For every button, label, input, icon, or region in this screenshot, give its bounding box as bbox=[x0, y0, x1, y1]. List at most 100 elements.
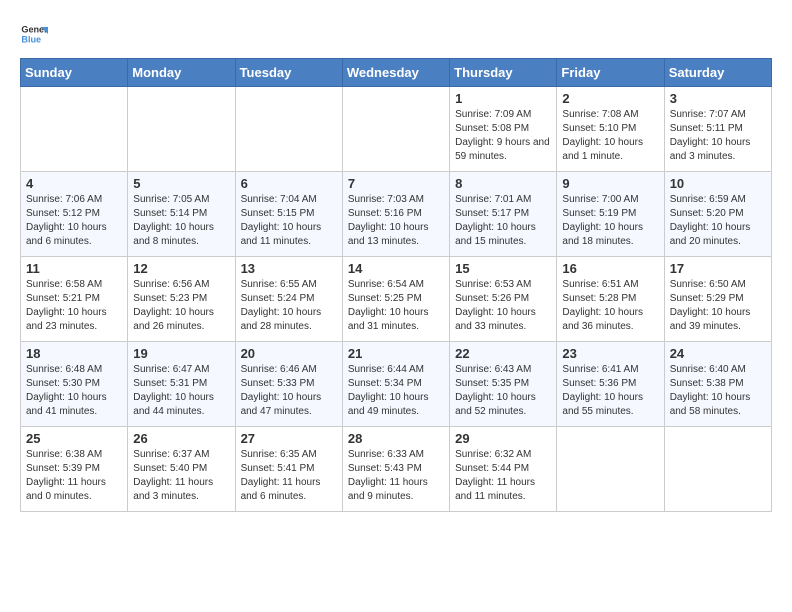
day-number: 28 bbox=[348, 431, 444, 446]
day-info: Sunrise: 6:37 AMSunset: 5:40 PMDaylight:… bbox=[133, 448, 229, 504]
calendar-cell: 20 Sunrise: 6:46 AMSunset: 5:33 PMDayligh… bbox=[235, 342, 342, 427]
day-number: 20 bbox=[241, 346, 337, 361]
calendar-cell: 24 Sunrise: 6:40 AMSunset: 5:38 PMDayligh… bbox=[664, 342, 771, 427]
day-info: Sunrise: 7:00 AMSunset: 5:19 PMDaylight:… bbox=[562, 193, 658, 249]
calendar-cell: 28Sunrise: 6:33 AMSunset: 5:43 PMDayligh… bbox=[342, 427, 449, 512]
day-number: 14 bbox=[348, 261, 444, 276]
weekday-header-saturday: Saturday bbox=[664, 59, 771, 87]
day-number: 6 bbox=[241, 176, 337, 191]
day-number: 23 bbox=[562, 346, 658, 361]
day-number: 16 bbox=[562, 261, 658, 276]
day-number: 12 bbox=[133, 261, 229, 276]
calendar-week-row: 18 Sunrise: 6:48 AMSunset: 5:30 PMDayligh… bbox=[21, 342, 772, 427]
day-info: Sunrise: 6:35 AMSunset: 5:41 PMDaylight:… bbox=[241, 448, 337, 504]
logo: General Blue bbox=[20, 20, 52, 48]
day-info: Sunrise: 6:58 AMSunset: 5:21 PMDaylight:… bbox=[26, 278, 122, 334]
calendar-cell: 12 Sunrise: 6:56 AMSunset: 5:23 PMDayligh… bbox=[128, 257, 235, 342]
day-number: 21 bbox=[348, 346, 444, 361]
day-info: Sunrise: 7:05 AMSunset: 5:14 PMDaylight:… bbox=[133, 193, 229, 249]
calendar-cell: 15 Sunrise: 6:53 AMSunset: 5:26 PMDayligh… bbox=[450, 257, 557, 342]
page-header: General Blue bbox=[20, 20, 772, 48]
logo-icon: General Blue bbox=[20, 20, 48, 48]
calendar-cell: 22Sunrise: 6:43 AMSunset: 5:35 PMDayligh… bbox=[450, 342, 557, 427]
day-info: Sunrise: 7:04 AMSunset: 5:15 PMDaylight:… bbox=[241, 193, 337, 249]
day-number: 19 bbox=[133, 346, 229, 361]
weekday-header-tuesday: Tuesday bbox=[235, 59, 342, 87]
day-info: Sunrise: 6:55 AMSunset: 5:24 PMDaylight:… bbox=[241, 278, 337, 334]
calendar-cell: 5 Sunrise: 7:05 AMSunset: 5:14 PMDaylight… bbox=[128, 172, 235, 257]
calendar-cell: 6 Sunrise: 7:04 AMSunset: 5:15 PMDaylight… bbox=[235, 172, 342, 257]
calendar-week-row: 25 Sunrise: 6:38 AMSunset: 5:39 PMDayligh… bbox=[21, 427, 772, 512]
day-number: 3 bbox=[670, 91, 766, 106]
calendar-cell: 14 Sunrise: 6:54 AMSunset: 5:25 PMDayligh… bbox=[342, 257, 449, 342]
calendar-week-row: 1 Sunrise: 7:09 AMSunset: 5:08 PMDaylight… bbox=[21, 87, 772, 172]
calendar-cell: 1 Sunrise: 7:09 AMSunset: 5:08 PMDaylight… bbox=[450, 87, 557, 172]
day-info: Sunrise: 6:32 AMSunset: 5:44 PMDaylight:… bbox=[455, 448, 551, 504]
day-number: 27 bbox=[241, 431, 337, 446]
calendar-cell: 19Sunrise: 6:47 AMSunset: 5:31 PMDayligh… bbox=[128, 342, 235, 427]
calendar-cell: 9 Sunrise: 7:00 AMSunset: 5:19 PMDaylight… bbox=[557, 172, 664, 257]
calendar-cell: 11 Sunrise: 6:58 AMSunset: 5:21 PMDayligh… bbox=[21, 257, 128, 342]
calendar-cell: 21 Sunrise: 6:44 AMSunset: 5:34 PMDayligh… bbox=[342, 342, 449, 427]
svg-text:Blue: Blue bbox=[21, 34, 41, 44]
calendar-table: SundayMondayTuesdayWednesdayThursdayFrid… bbox=[20, 58, 772, 512]
day-number: 15 bbox=[455, 261, 551, 276]
calendar-cell: 4 Sunrise: 7:06 AMSunset: 5:12 PMDaylight… bbox=[21, 172, 128, 257]
day-info: Sunrise: 7:08 AMSunset: 5:10 PMDaylight:… bbox=[562, 108, 658, 164]
calendar-cell: 2 Sunrise: 7:08 AMSunset: 5:10 PMDaylight… bbox=[557, 87, 664, 172]
calendar-cell bbox=[128, 87, 235, 172]
day-number: 24 bbox=[670, 346, 766, 361]
calendar-cell: 25 Sunrise: 6:38 AMSunset: 5:39 PMDayligh… bbox=[21, 427, 128, 512]
day-number: 9 bbox=[562, 176, 658, 191]
day-info: Sunrise: 6:54 AMSunset: 5:25 PMDaylight:… bbox=[348, 278, 444, 334]
calendar-cell: 29 Sunrise: 6:32 AMSunset: 5:44 PMDayligh… bbox=[450, 427, 557, 512]
day-number: 26 bbox=[133, 431, 229, 446]
day-info: Sunrise: 6:40 AMSunset: 5:38 PMDaylight:… bbox=[670, 363, 766, 419]
calendar-cell: 17Sunrise: 6:50 AMSunset: 5:29 PMDayligh… bbox=[664, 257, 771, 342]
calendar-cell: 27 Sunrise: 6:35 AMSunset: 5:41 PMDayligh… bbox=[235, 427, 342, 512]
day-number: 25 bbox=[26, 431, 122, 446]
day-number: 4 bbox=[26, 176, 122, 191]
day-number: 29 bbox=[455, 431, 551, 446]
day-info: Sunrise: 7:03 AMSunset: 5:16 PMDaylight:… bbox=[348, 193, 444, 249]
day-number: 22 bbox=[455, 346, 551, 361]
day-number: 18 bbox=[26, 346, 122, 361]
calendar-cell: 8Sunrise: 7:01 AMSunset: 5:17 PMDaylight… bbox=[450, 172, 557, 257]
day-number: 11 bbox=[26, 261, 122, 276]
calendar-cell: 23 Sunrise: 6:41 AMSunset: 5:36 PMDayligh… bbox=[557, 342, 664, 427]
day-info: Sunrise: 6:46 AMSunset: 5:33 PMDaylight:… bbox=[241, 363, 337, 419]
day-info: Sunrise: 6:59 AMSunset: 5:20 PMDaylight:… bbox=[670, 193, 766, 249]
day-number: 13 bbox=[241, 261, 337, 276]
day-info: Sunrise: 6:44 AMSunset: 5:34 PMDaylight:… bbox=[348, 363, 444, 419]
day-number: 5 bbox=[133, 176, 229, 191]
calendar-cell bbox=[342, 87, 449, 172]
day-info: Sunrise: 6:50 AMSunset: 5:29 PMDaylight:… bbox=[670, 278, 766, 334]
calendar-cell: 7Sunrise: 7:03 AMSunset: 5:16 PMDaylight… bbox=[342, 172, 449, 257]
calendar-header-row: SundayMondayTuesdayWednesdayThursdayFrid… bbox=[21, 59, 772, 87]
calendar-week-row: 4 Sunrise: 7:06 AMSunset: 5:12 PMDaylight… bbox=[21, 172, 772, 257]
calendar-cell bbox=[664, 427, 771, 512]
day-info: Sunrise: 7:06 AMSunset: 5:12 PMDaylight:… bbox=[26, 193, 122, 249]
day-number: 1 bbox=[455, 91, 551, 106]
calendar-cell: 26 Sunrise: 6:37 AMSunset: 5:40 PMDayligh… bbox=[128, 427, 235, 512]
day-info: Sunrise: 6:53 AMSunset: 5:26 PMDaylight:… bbox=[455, 278, 551, 334]
weekday-header-monday: Monday bbox=[128, 59, 235, 87]
calendar-cell: 18 Sunrise: 6:48 AMSunset: 5:30 PMDayligh… bbox=[21, 342, 128, 427]
calendar-cell bbox=[557, 427, 664, 512]
weekday-header-sunday: Sunday bbox=[21, 59, 128, 87]
day-info: Sunrise: 6:41 AMSunset: 5:36 PMDaylight:… bbox=[562, 363, 658, 419]
calendar-week-row: 11 Sunrise: 6:58 AMSunset: 5:21 PMDayligh… bbox=[21, 257, 772, 342]
calendar-cell: 3 Sunrise: 7:07 AMSunset: 5:11 PMDaylight… bbox=[664, 87, 771, 172]
calendar-cell bbox=[21, 87, 128, 172]
weekday-header-thursday: Thursday bbox=[450, 59, 557, 87]
calendar-cell: 16 Sunrise: 6:51 AMSunset: 5:28 PMDayligh… bbox=[557, 257, 664, 342]
day-number: 2 bbox=[562, 91, 658, 106]
day-info: Sunrise: 7:07 AMSunset: 5:11 PMDaylight:… bbox=[670, 108, 766, 164]
day-info: Sunrise: 6:38 AMSunset: 5:39 PMDaylight:… bbox=[26, 448, 122, 504]
day-info: Sunrise: 7:09 AMSunset: 5:08 PMDaylight:… bbox=[455, 108, 551, 164]
day-info: Sunrise: 6:51 AMSunset: 5:28 PMDaylight:… bbox=[562, 278, 658, 334]
day-info: Sunrise: 6:48 AMSunset: 5:30 PMDaylight:… bbox=[26, 363, 122, 419]
day-info: Sunrise: 6:56 AMSunset: 5:23 PMDaylight:… bbox=[133, 278, 229, 334]
calendar-cell: 13 Sunrise: 6:55 AMSunset: 5:24 PMDayligh… bbox=[235, 257, 342, 342]
day-number: 10 bbox=[670, 176, 766, 191]
